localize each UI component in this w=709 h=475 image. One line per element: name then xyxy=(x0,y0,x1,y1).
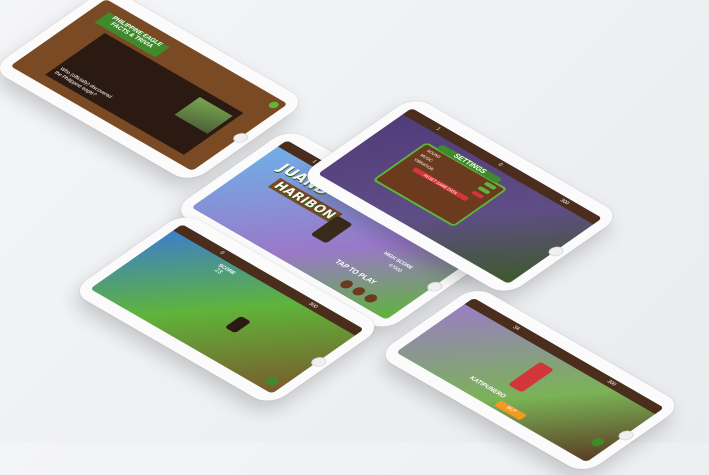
hero-character xyxy=(310,215,354,244)
buy-button[interactable]: BUY xyxy=(493,400,528,421)
next-arrow-icon[interactable] xyxy=(588,436,607,448)
runner-character xyxy=(224,315,252,334)
hud-stat-3: 300 xyxy=(558,197,571,206)
phone-character: 34 300 KATIPUNERO BUY xyxy=(376,285,684,475)
hud-stat-1: 0 xyxy=(217,250,226,256)
eagle-image xyxy=(174,97,233,134)
character-model xyxy=(507,361,555,393)
hud-stat-1: 34 xyxy=(510,324,522,332)
character-name: KATIPUNERO xyxy=(467,375,507,400)
close-icon[interactable] xyxy=(266,100,281,110)
facts-question: Who (officially) discovered the Philippi… xyxy=(52,66,114,100)
hud-stat-2: 0 xyxy=(496,162,504,168)
hud-stat-1: 1 xyxy=(434,126,443,132)
hud-stat-2: 300 xyxy=(306,301,320,310)
character-hud: 34 300 xyxy=(464,297,665,415)
facts-screen: PHILIPPINE EAGLE FACTS & TRIVIA Who (off… xyxy=(10,0,288,172)
tap-to-play[interactable]: TAP TO PLAY xyxy=(332,259,377,286)
info-button[interactable] xyxy=(362,292,380,304)
hud-stat-2: 300 xyxy=(605,379,618,388)
pause-button[interactable] xyxy=(263,375,282,387)
